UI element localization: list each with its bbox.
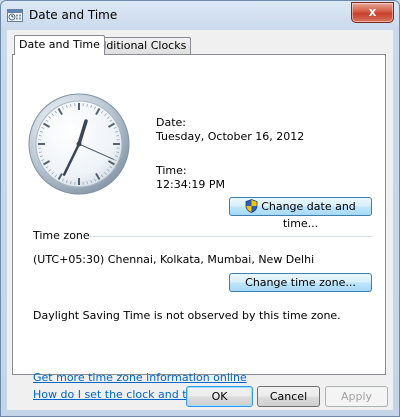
time-value: 12:34:19 PM [156, 178, 226, 191]
cancel-button[interactable]: Cancel [257, 386, 320, 407]
time-zone-group-label: Time zone [33, 229, 90, 242]
date-label: Date: [156, 116, 186, 129]
change-date-time-button[interactable]: Change date and time... [229, 197, 372, 230]
time-zone-divider [85, 236, 373, 237]
date-value: Tuesday, October 16, 2012 [156, 130, 305, 143]
change-time-zone-button[interactable]: Change time zone... [229, 273, 372, 292]
dst-note: Daylight Saving Time is not observed by … [33, 309, 341, 322]
close-icon: x [368, 5, 377, 19]
date-time-app-icon [7, 9, 23, 22]
change-date-time-label: Change date and time... [261, 200, 356, 230]
analog-clock-icon [28, 93, 130, 195]
close-button[interactable]: x [351, 2, 394, 23]
tab-date-and-time[interactable]: Date and Time [14, 35, 105, 55]
window-title: Date and Time [29, 8, 118, 22]
apply-button[interactable]: Apply [325, 386, 388, 407]
uac-shield-icon [245, 199, 258, 213]
time-zone-info-link[interactable]: Get more time zone information online [33, 371, 247, 384]
tab-panel: Date: Tuesday, October 16, 2012 Time: 12… [12, 54, 386, 401]
dialog-client: Date and Time Additional Clocks Date: Tu… [7, 30, 393, 410]
date-time-dialog: Date and Time x Date and Time Additional… [0, 0, 400, 417]
time-label: Time: [156, 164, 187, 177]
ok-button[interactable]: OK [186, 386, 253, 407]
time-zone-value: (UTC+05:30) Chennai, Kolkata, Mumbai, Ne… [33, 253, 315, 266]
